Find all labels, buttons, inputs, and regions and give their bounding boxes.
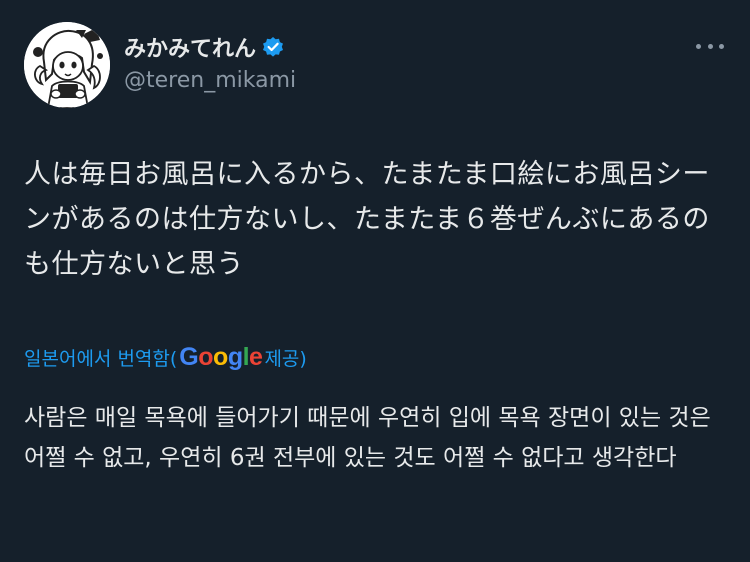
- translation-attribution[interactable]: 일본어에서 번역함( Google 제공): [24, 340, 307, 374]
- avatar-illustration: [24, 22, 110, 108]
- more-dot: [707, 43, 713, 49]
- avatar[interactable]: [24, 22, 110, 108]
- author-names: みかみてれん @teren_mikami: [124, 32, 296, 93]
- author-handle[interactable]: @teren_mikami: [124, 68, 296, 93]
- translation-prefix: 일본어에서 번역함(: [24, 347, 178, 370]
- translated-text: 사람은 매일 목욕에 들어가기 때문에 우연히 입에 목욕 장면이 있는 것은 …: [24, 405, 711, 471]
- more-dot: [696, 43, 701, 49]
- google-logo: Google: [179, 342, 263, 371]
- more-dot: [719, 43, 724, 49]
- tweet-card: みかみてれん @teren_mikami 人は毎日お風呂に入るから、たまたま口絵…: [0, 0, 750, 562]
- author-display-name-row[interactable]: みかみてれん: [124, 32, 296, 62]
- translation-suffix: 제공): [264, 347, 307, 370]
- tweet-header: みかみてれん @teren_mikami: [24, 22, 730, 110]
- author-display-name[interactable]: みかみてれん: [124, 31, 256, 63]
- more-options-icon[interactable]: [696, 36, 724, 56]
- tweet-text: 人は毎日お風呂に入るから、たまたま口絵にお風呂シーンがあるのは仕方ないし、たまた…: [24, 159, 710, 280]
- verified-badge-icon: [262, 36, 284, 58]
